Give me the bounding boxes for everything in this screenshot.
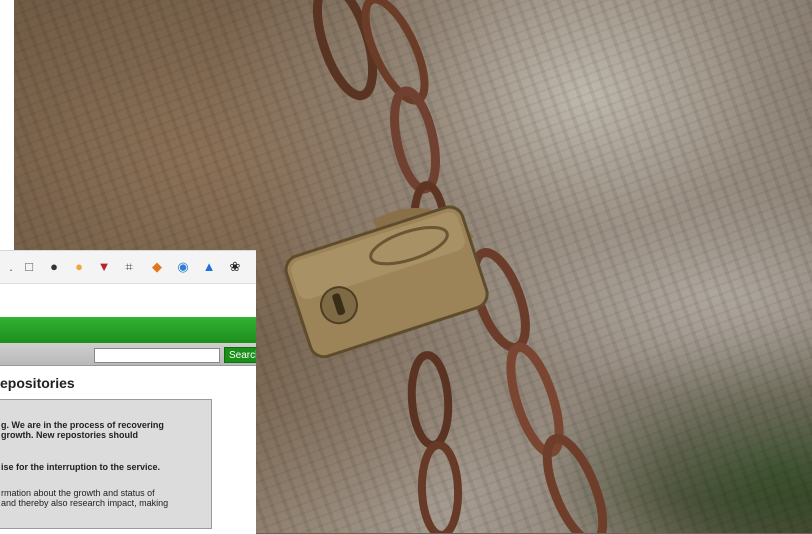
- site-header-bar: [0, 317, 256, 343]
- globe-blue-icon[interactable]: ◉: [174, 258, 192, 276]
- fox-icon[interactable]: ◆: [148, 258, 166, 276]
- notice-paragraph-2: ise for the interruption to the service.: [1, 462, 160, 472]
- tool-icon[interactable]: ❀: [226, 258, 244, 276]
- account-icon[interactable]: ●: [45, 258, 63, 276]
- page-title: epositories: [0, 375, 75, 391]
- notice-line: and thereby also research impact, making: [1, 498, 169, 508]
- notice-line: growth. New repostories should: [1, 430, 139, 440]
- browser-window: . □ ● ● ▼ ⌗ ◆ ◉ ▲ ❀ Search epositories g…: [0, 250, 256, 534]
- notice-paragraph-1: g. We are in the process of recovering g…: [1, 420, 164, 440]
- notice-line: ise for the interruption to the service.: [1, 462, 161, 472]
- notice-line: g. We are in the process of recovering: [1, 420, 164, 430]
- browser-toolbar: . □ ● ● ▼ ⌗ ◆ ◉ ▲ ❀: [0, 251, 256, 284]
- shield-red-icon[interactable]: ▼: [95, 258, 113, 276]
- search-input[interactable]: [94, 348, 220, 363]
- notice-paragraph-3: rmation about the growth and status of a…: [1, 488, 168, 508]
- dot-icon: .: [9, 259, 13, 274]
- reader-icon[interactable]: □: [20, 258, 38, 276]
- extension-orange-icon[interactable]: ●: [70, 258, 88, 276]
- window-edge: [0, 0, 14, 250]
- notice-line: rmation about the growth and status of: [1, 488, 155, 498]
- grid-icon[interactable]: ⌗: [120, 258, 138, 276]
- drop-blue-icon[interactable]: ▲: [200, 258, 218, 276]
- notice-box: g. We are in the process of recovering g…: [0, 399, 212, 529]
- search-button[interactable]: Search: [224, 347, 256, 363]
